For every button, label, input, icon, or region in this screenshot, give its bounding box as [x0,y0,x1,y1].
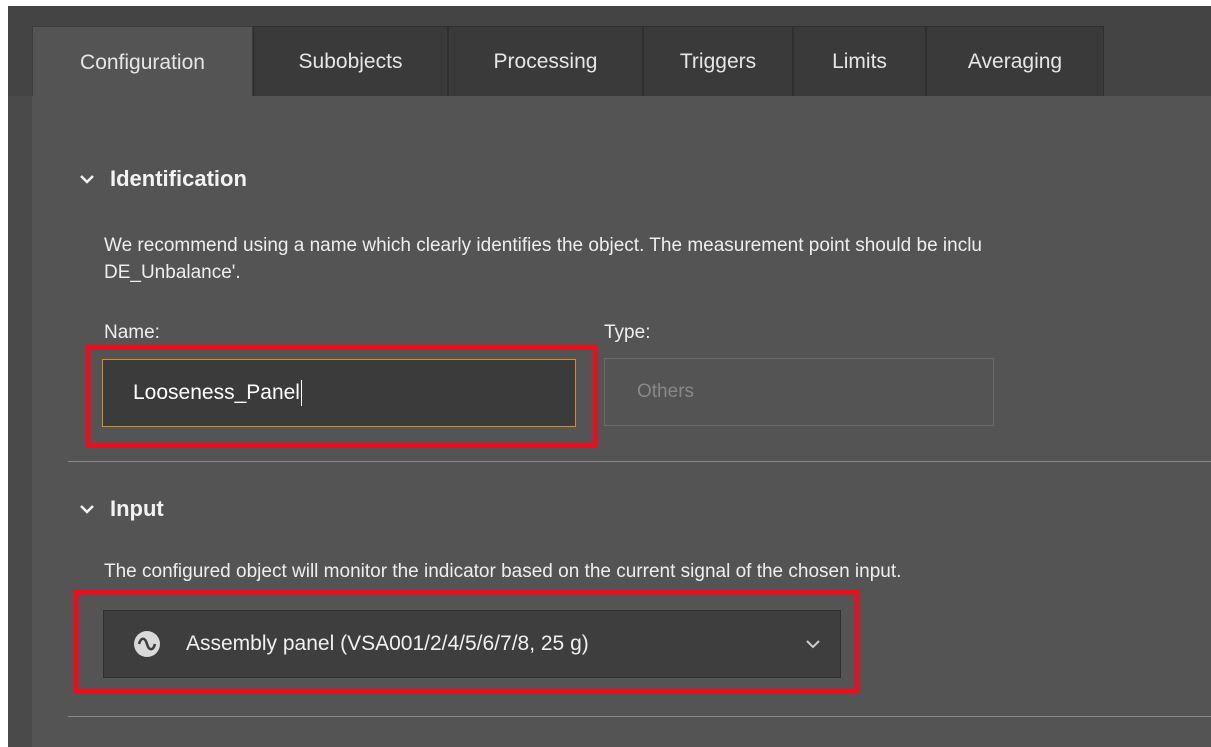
tab-processing-label: Processing [493,49,598,73]
identification-description-line1: We recommend using a name which clearly … [104,235,982,256]
identification-description: We recommend using a name which clearly … [104,232,982,286]
tab-bar: Configuration Subobjects Processing Trig… [8,6,1211,98]
tab-averaging[interactable]: Averaging [926,26,1104,96]
tab-limits-label: Limits [832,49,887,73]
section-divider-bottom [68,716,1211,717]
tab-subobjects-label: Subobjects [298,49,403,73]
tab-triggers-label: Triggers [679,49,757,73]
type-field-value: Others [637,381,695,402]
input-section-toggle[interactable]: Input [32,496,164,522]
name-highlight-box [86,345,598,448]
type-field: Others [604,358,994,426]
input-heading: Input [110,496,164,521]
name-label: Name: [104,322,160,343]
input-highlight-box [74,590,860,694]
chevron-down-icon [80,175,94,184]
identification-section-toggle[interactable]: Identification [32,166,247,192]
chevron-down-icon [80,505,94,514]
tab-subobjects[interactable]: Subobjects [253,26,448,96]
tab-configuration[interactable]: Configuration [32,26,253,98]
type-label: Type: [604,322,651,343]
section-divider [68,461,1211,462]
tab-triggers[interactable]: Triggers [643,26,793,96]
identification-description-line2: DE_Unbalance'. [104,262,241,283]
tab-configuration-label: Configuration [80,50,205,74]
input-description: The configured object will monitor the i… [104,561,902,582]
tab-limits[interactable]: Limits [793,26,926,96]
identification-heading: Identification [110,166,247,191]
tab-averaging-label: Averaging [967,49,1063,73]
tab-processing[interactable]: Processing [448,26,643,96]
